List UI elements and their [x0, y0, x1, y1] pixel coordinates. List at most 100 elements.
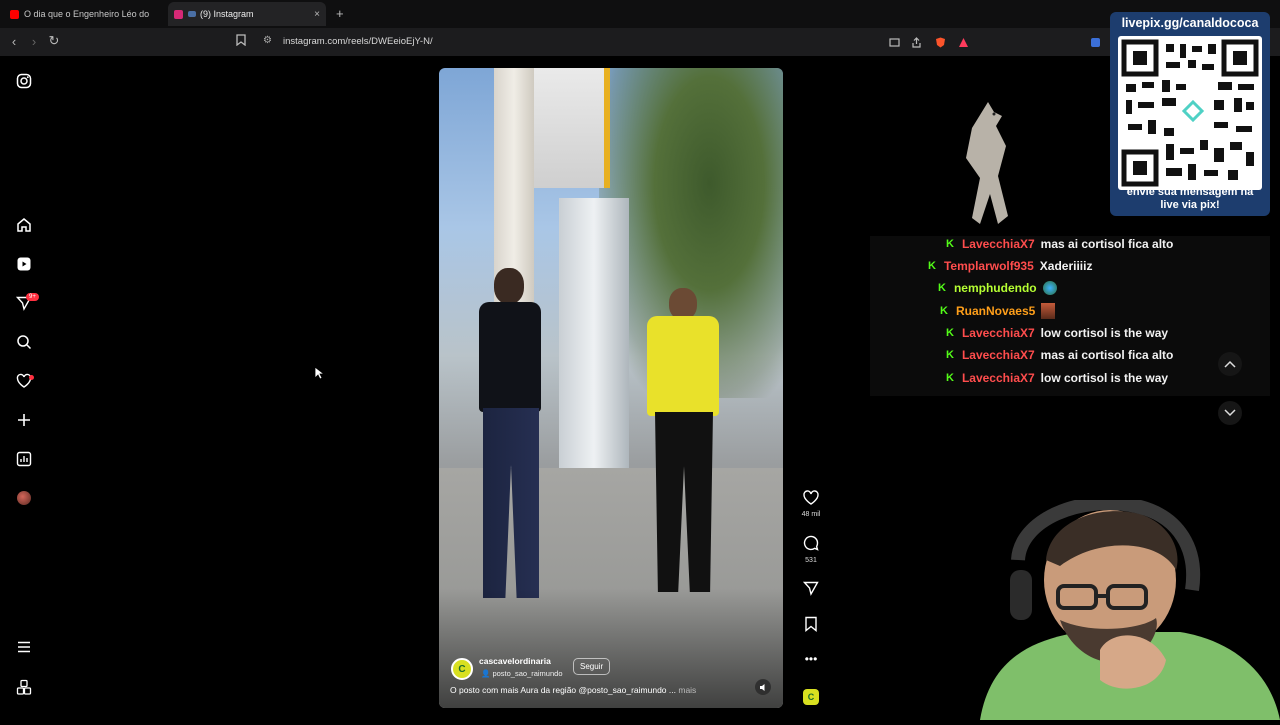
chat-message: K LavecchiaX7 low cortisol is the way [946, 326, 1168, 340]
kick-badge-icon: K [946, 327, 954, 339]
reel-video[interactable]: C cascavelordinaria 👤 posto_sao_raimundo… [439, 68, 783, 708]
chat-username: LavecchiaX7 [961, 348, 1035, 362]
chat-text: mas ai cortisol fica alto [1040, 237, 1174, 251]
follow-button[interactable]: Seguir [573, 658, 611, 675]
livepix-message-line1: envie sua mensagem na [1126, 186, 1254, 198]
heart-icon [803, 490, 819, 505]
chevron-down-icon [1224, 409, 1236, 417]
chat-username: nemphudendo [953, 281, 1037, 295]
youtube-favicon-icon [10, 9, 19, 19]
new-tab-button[interactable]: + [336, 6, 344, 21]
like-button[interactable]: 48 mil [801, 490, 821, 518]
bookmark-icon [805, 616, 817, 632]
chat-emote [1042, 281, 1057, 295]
chat-text: mas ai cortisol fica alto [1040, 348, 1174, 362]
share-icon[interactable] [911, 35, 922, 48]
chat-username: RuanNovaes5 [955, 304, 1036, 318]
reel-author-name[interactable]: cascavelordinaria [479, 656, 551, 666]
reels-icon[interactable] [14, 254, 34, 274]
chat-message: K Templarwolf935 Xaderiiiiz [928, 259, 1092, 273]
next-reel-button[interactable] [1218, 401, 1242, 425]
chevron-up-icon [1224, 360, 1236, 368]
chat-username: LavecchiaX7 [961, 326, 1035, 340]
comment-icon [803, 535, 819, 551]
brave-shield-icon[interactable] [935, 35, 946, 48]
chat-username: LavecchiaX7 [961, 237, 1035, 251]
notifications-dot [29, 375, 34, 380]
video-fuel-pump [559, 198, 629, 488]
qr-code [1118, 36, 1262, 190]
share-button[interactable] [801, 580, 821, 601]
more-icon[interactable] [14, 677, 34, 697]
site-settings-icon[interactable]: ⚙ [263, 35, 272, 46]
comment-button[interactable]: 531 [801, 535, 821, 564]
kick-badge-icon: K [946, 349, 954, 361]
chat-text: low cortisol is the way [1040, 326, 1169, 340]
instagram-logo-icon[interactable] [14, 71, 34, 91]
livepix-panel: livepix.gg/canaldococa envie sua mensage… [1110, 12, 1270, 216]
livepix-message: envie sua mensagem na live via pix! [1110, 186, 1270, 212]
comment-count: 531 [805, 557, 817, 564]
wolf-sticker [950, 98, 1025, 238]
notification-badge: 9+ [26, 293, 39, 301]
menu-icon[interactable] [14, 637, 34, 657]
caption-more-link[interactable]: mais [678, 685, 696, 695]
mute-button[interactable] [755, 679, 771, 695]
create-icon[interactable] [14, 410, 34, 430]
video-person-right [639, 288, 729, 608]
chat-message: K LavecchiaX7 mas ai cortisol fica alto [946, 348, 1173, 362]
cast-icon[interactable] [889, 35, 900, 47]
url-text[interactable]: instagram.com/reels/DWEeioEjY-N/ [283, 36, 433, 47]
tab-label: (9) Instagram [200, 9, 254, 19]
kick-badge-icon: K [928, 260, 936, 272]
reel-caption-text: O posto com mais Aura da região @posto_s… [450, 685, 676, 695]
livepix-message-line2: live via pix! [1160, 199, 1220, 211]
chat-text: low cortisol is the way [1040, 371, 1169, 385]
search-icon[interactable] [14, 332, 34, 352]
chat-emote [1041, 303, 1056, 319]
chat-username: LavecchiaX7 [961, 371, 1035, 385]
chat-message: K LavecchiaX7 low cortisol is the way [946, 371, 1168, 385]
person-icon: 👤 [481, 669, 491, 678]
mouse-cursor [314, 366, 326, 385]
tab-label: O dia que o Engenheiro Léo do MBL [24, 9, 152, 19]
notifications-icon[interactable] [14, 371, 34, 391]
forward-icon[interactable]: › [26, 34, 42, 49]
instagram-favicon-icon [174, 9, 183, 19]
tab-instagram[interactable]: (9) Instagram × [168, 2, 326, 26]
profile-avatar[interactable] [17, 491, 31, 505]
like-count: 48 mil [801, 511, 821, 518]
reload-icon[interactable]: ↻ [46, 33, 62, 49]
more-options-icon[interactable]: ••• [801, 652, 821, 666]
reel-location-label: posto_sao_raimundo [492, 669, 563, 678]
window-icon [188, 11, 196, 17]
chat-text: Xaderiiiiz [1039, 259, 1093, 273]
previous-reel-button[interactable] [1218, 352, 1242, 376]
kick-badge-icon: K [940, 305, 948, 317]
home-icon[interactable] [14, 215, 34, 235]
chat-message: K nemphudendo [938, 281, 1057, 295]
kick-badge-icon: K [938, 282, 946, 294]
close-tab-icon[interactable]: × [314, 9, 320, 20]
kick-badge-icon: K [946, 372, 954, 384]
back-icon[interactable]: ‹ [6, 34, 22, 49]
reel-location[interactable]: 👤 posto_sao_raimundo [481, 669, 563, 678]
extension-icon[interactable] [1090, 35, 1101, 47]
reel-caption[interactable]: O posto com mais Aura da região @posto_s… [450, 685, 696, 695]
audio-avatar[interactable]: C [803, 689, 819, 705]
reel-author-avatar[interactable]: C [451, 658, 473, 680]
video-person-left [469, 268, 559, 618]
dashboard-icon[interactable] [14, 449, 34, 469]
streamer-webcam [960, 496, 1280, 720]
chat-username: Templarwolf935 [943, 259, 1034, 273]
send-icon [802, 581, 819, 596]
rewards-icon[interactable] [958, 35, 969, 47]
chat-message: K LavecchiaX7 mas ai cortisol fica alto [946, 237, 1173, 251]
chat-message: K RuanNovaes5 [940, 303, 1056, 319]
tab-youtube[interactable]: O dia que o Engenheiro Léo do MBL [10, 4, 160, 24]
bookmark-icon[interactable] [236, 34, 246, 49]
video-fuel-sign [534, 68, 610, 188]
save-button[interactable] [801, 616, 821, 637]
kick-badge-icon: K [946, 238, 954, 250]
livepix-title: livepix.gg/canaldococa [1121, 16, 1259, 30]
